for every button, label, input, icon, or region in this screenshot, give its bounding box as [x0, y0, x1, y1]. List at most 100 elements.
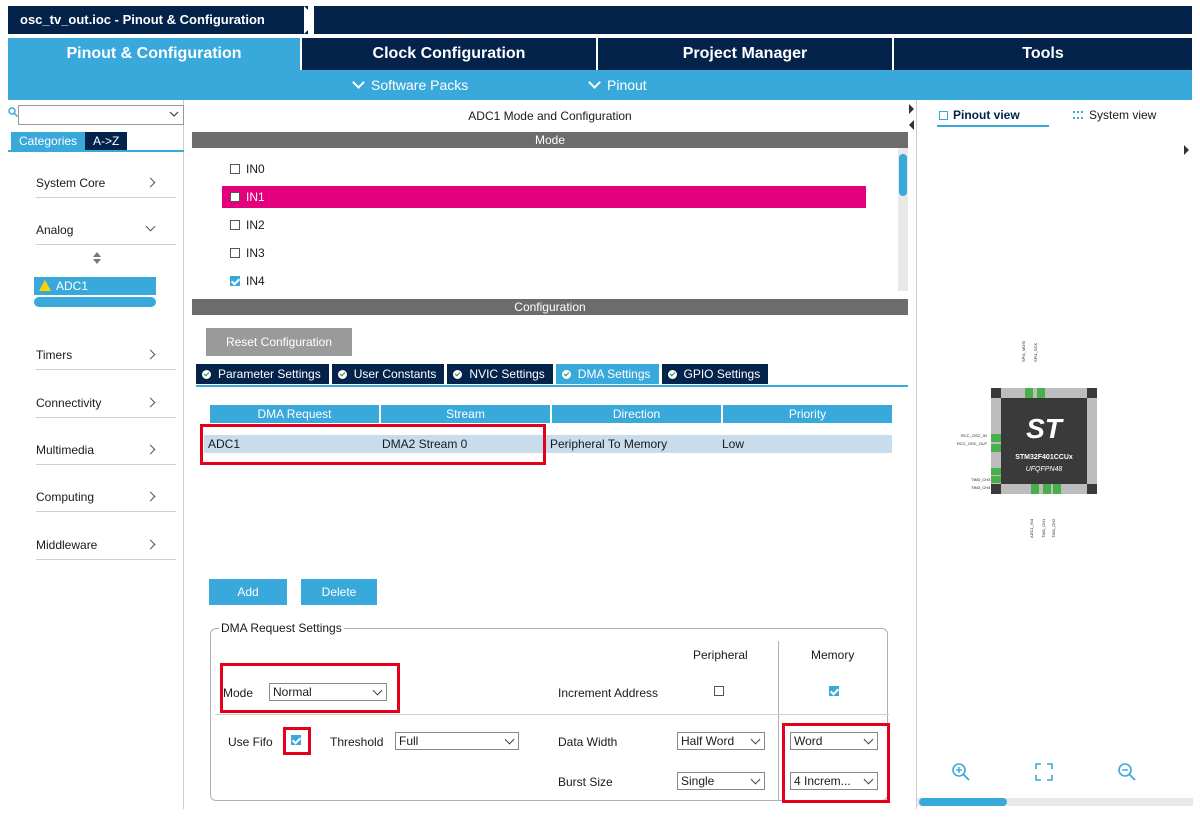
pin-rcc-osc-in[interactable] [991, 434, 1001, 442]
delete-button[interactable]: Delete [301, 579, 377, 605]
zoom-out-icon[interactable] [1117, 762, 1137, 782]
increment-peripheral-checkbox[interactable] [714, 686, 724, 696]
sidebar-item-adc1[interactable]: ADC1 [34, 277, 156, 295]
check-circle-icon [667, 370, 677, 379]
pin-label: RCC_OSC_OUT [957, 441, 988, 446]
tab-pinout-configuration[interactable]: Pinout & Configuration [8, 38, 302, 70]
pin-rcc-osc-out[interactable] [991, 444, 1001, 452]
tab-project-manager[interactable]: Project Manager [598, 38, 894, 70]
sidebar-item-label: Timers [36, 348, 73, 362]
mode-item-in3[interactable]: IN3 [222, 242, 866, 264]
pin-label: ADC1_IN4 [1029, 518, 1034, 538]
mode-item-in2[interactable]: IN2 [222, 214, 866, 236]
mode-item-label: IN2 [246, 218, 265, 232]
pin-label: RCC_OSC_IN [961, 433, 987, 438]
sidebar-item-computing[interactable]: Computing [36, 482, 176, 512]
expand-right-gripper-icon[interactable] [1184, 145, 1190, 157]
tab-categories[interactable]: Categories [11, 132, 86, 151]
data-width-peripheral-select[interactable]: Half Word [677, 732, 765, 750]
sidebar-item-label: Analog [36, 223, 74, 237]
chip-icon [939, 111, 948, 120]
tab-label: Pinout view [953, 108, 1020, 122]
sidebar-item-middleware[interactable]: Middleware [36, 530, 176, 560]
fit-to-window-icon[interactable] [1034, 762, 1054, 782]
scrollbar-thumb[interactable] [899, 154, 907, 196]
config-tabs: Parameter Settings User Constants NVIC S… [196, 364, 771, 384]
checkbox-unchecked[interactable] [230, 164, 240, 174]
mode-list-scrollbar[interactable] [898, 148, 908, 291]
threshold-select-value: Full [399, 734, 419, 748]
pin-spi1-sck[interactable] [1037, 388, 1045, 398]
checkbox-unchecked[interactable] [230, 220, 240, 230]
pin-tim1-ch1[interactable] [1043, 484, 1051, 494]
chevron-down-icon[interactable] [169, 111, 179, 118]
tab-pinout-view[interactable]: Pinout view [939, 108, 1020, 122]
category-tabs: Categories A->Z [11, 132, 128, 152]
search-input[interactable] [18, 105, 184, 125]
add-button[interactable]: Add [209, 579, 287, 605]
sidebar-item-system-core[interactable]: System Core [36, 168, 176, 198]
software-packs-menu[interactable]: Software Packs [352, 70, 469, 100]
tab-clock-configuration[interactable]: Clock Configuration [302, 38, 598, 70]
sidebar-item-analog[interactable]: Analog [36, 215, 176, 245]
tab-tools[interactable]: Tools [894, 38, 1192, 70]
tab-user-constants[interactable]: User Constants [331, 364, 445, 384]
column-header-direction[interactable]: Direction [552, 405, 721, 423]
column-header-dma-request[interactable]: DMA Request [210, 405, 379, 423]
grid-icon [1073, 111, 1083, 119]
scrollbar-thumb[interactable] [919, 798, 1007, 806]
mode-item-in4[interactable]: IN4 [222, 270, 866, 291]
software-packs-label: Software Packs [371, 77, 469, 93]
burst-size-peripheral-select[interactable]: Single [677, 772, 765, 790]
tab-gpio-settings[interactable]: GPIO Settings [661, 364, 769, 384]
sidebar-item-label: Computing [36, 490, 95, 504]
sidebar-item-connectivity[interactable]: Connectivity [36, 388, 176, 418]
chevron-down-icon [588, 76, 601, 89]
threshold-label: Threshold [330, 735, 384, 749]
mcu-chip[interactable]: ST STM32F401CCUx UFQFPN48 [991, 388, 1097, 494]
st-logo: ST [1026, 413, 1062, 444]
increment-address-label: Increment Address [558, 686, 659, 700]
mode-item-label: IN0 [246, 162, 265, 176]
sidebar-item-timers[interactable]: Timers [36, 340, 176, 370]
data-width-label: Data Width [558, 735, 618, 749]
chevron-right-icon [145, 397, 156, 408]
highlight-box [220, 663, 400, 713]
tab-nvic-settings[interactable]: NVIC Settings [447, 364, 553, 384]
threshold-select[interactable]: Full [395, 732, 519, 750]
sub-menu-bar: Software Packs Pinout [8, 70, 1192, 100]
pin-spi1-mosi[interactable] [1025, 388, 1033, 398]
cell-priority: Low [722, 437, 745, 451]
pin-tim3-ch4[interactable] [991, 476, 1001, 483]
breadcrumb[interactable]: osc_tv_out.ioc - Pinout & Configuration [8, 6, 308, 34]
check-circle-icon [202, 370, 211, 379]
pin-tim1-ch2[interactable] [1053, 484, 1061, 494]
tab-system-view[interactable]: System view [1073, 108, 1156, 122]
checkbox-unchecked[interactable] [230, 192, 240, 202]
sidebar-item-multimedia[interactable]: Multimedia [36, 435, 176, 465]
increment-memory-checkbox[interactable] [829, 686, 839, 696]
tab-parameter-settings[interactable]: Parameter Settings [196, 364, 329, 384]
zoom-in-icon[interactable] [951, 762, 971, 782]
chevron-down-icon [750, 734, 761, 745]
sidebar-item-label: System Core [36, 176, 106, 190]
checkbox-checked[interactable] [230, 276, 240, 286]
mode-item-in0[interactable]: IN0 [222, 158, 866, 180]
column-header-priority[interactable]: Priority [723, 405, 892, 423]
tab-a-z[interactable]: A->Z [85, 132, 128, 151]
pin-adc1-in4[interactable] [1031, 484, 1039, 494]
chip-package: UFQFPN48 [1025, 466, 1063, 473]
pinout-menu[interactable]: Pinout [588, 70, 647, 100]
collapse-left-gripper-icon[interactable] [909, 104, 915, 134]
memory-column-header: Memory [811, 648, 855, 662]
sidebar-item-label: Multimedia [36, 443, 95, 457]
checkbox-unchecked[interactable] [230, 248, 240, 258]
mode-item-in1[interactable]: IN1 [222, 186, 866, 208]
tab-dma-settings[interactable]: DMA Settings [555, 364, 659, 384]
column-header-stream[interactable]: Stream [381, 405, 550, 423]
pinout-horizontal-scrollbar[interactable] [917, 798, 1193, 806]
sort-icon[interactable] [93, 252, 101, 264]
tab-label: GPIO Settings [683, 367, 761, 381]
reset-configuration-button[interactable]: Reset Configuration [206, 328, 352, 356]
search-icon[interactable] [8, 107, 18, 117]
